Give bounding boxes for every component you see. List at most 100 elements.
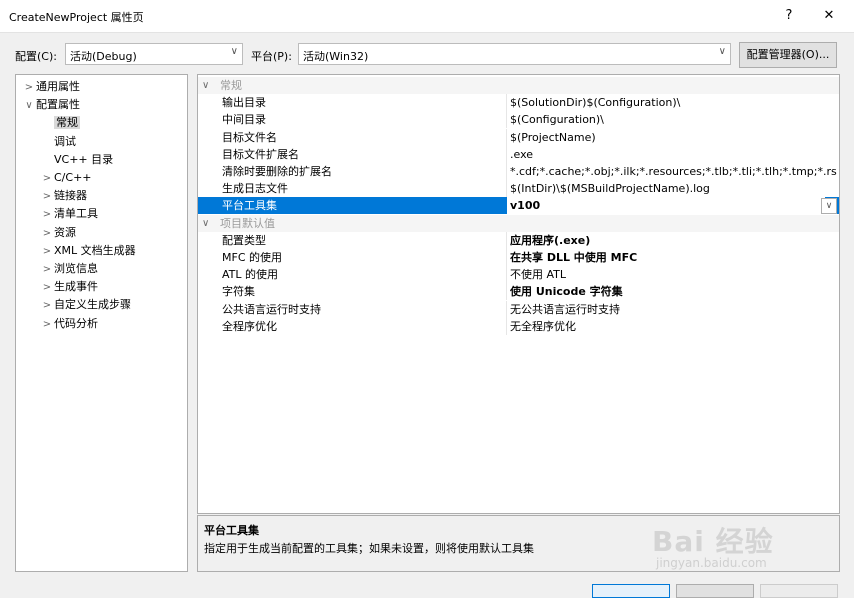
tree-item-label: XML 文档生成器 (54, 243, 136, 257)
tree-item-label: 常规 (54, 116, 80, 130)
tree-item[interactable]: 常规 (54, 114, 80, 132)
property-name: 中间目录 (222, 113, 266, 127)
tree-item[interactable]: > 通用属性 (22, 78, 80, 96)
config-manager-button[interactable]: 配置管理器(O)... (739, 42, 837, 68)
property-value[interactable]: $(SolutionDir)$(Configuration)\ (510, 94, 837, 111)
column-divider (506, 249, 507, 266)
property-row[interactable]: 目标文件名 $(ProjectName) (198, 128, 839, 146)
property-row[interactable]: 全程序优化 无全程序优化 (198, 317, 839, 335)
chevron-down-icon[interactable]: ∨ (202, 77, 209, 94)
property-row[interactable]: 目标文件扩展名 .exe (198, 145, 839, 163)
window-title: CreateNewProject 属性页 (9, 11, 144, 24)
tree-item[interactable]: > 代码分析 (40, 315, 98, 333)
chevron-right-icon[interactable]: > (40, 188, 54, 206)
dropdown-arrow-icon[interactable]: ∨ (821, 198, 837, 215)
tree-item[interactable]: ∨ 配置属性 (22, 96, 80, 114)
column-divider (506, 145, 507, 163)
grid-category[interactable]: ∨ 常规 (198, 77, 839, 94)
cancel-button[interactable] (676, 584, 754, 598)
column-divider (506, 300, 507, 318)
property-name: 目标文件扩展名 (222, 147, 299, 161)
config-label: 配置(C): (15, 50, 57, 63)
tree-item[interactable]: > 自定义生成步骤 (40, 296, 131, 314)
property-tree: > 通用属性 ∨ 配置属性 常规 调试 VC++ 目录 > C/C++ > 链接器 > 清单工具 > 资源 >… (15, 74, 188, 572)
property-name: 清除时要删除的扩展名 (222, 165, 332, 178)
tree-item[interactable]: > 浏览信息 (40, 260, 98, 278)
tree-item-label: 调试 (54, 134, 76, 148)
tree-item-label: 自定义生成步骤 (54, 298, 131, 312)
property-row[interactable]: MFC 的使用 在共享 DLL 中使用 MFC (198, 249, 839, 266)
chevron-right-icon[interactable]: > (40, 316, 54, 334)
property-row[interactable]: 字符集 使用 Unicode 字符集 (198, 283, 839, 301)
property-value[interactable]: $(IntDir)\$(MSBuildProjectName).log (510, 180, 837, 197)
chevron-right-icon[interactable]: > (40, 225, 54, 243)
tree-item-label: C/C++ (54, 171, 92, 184)
property-name: 配置类型 (222, 233, 266, 247)
title-bar: CreateNewProject 属性页 ? ✕ (0, 0, 854, 33)
property-value[interactable]: 无全程序优化 (510, 318, 837, 335)
property-name: 生成日志文件 (222, 182, 288, 196)
property-name: MFC 的使用 (222, 251, 282, 264)
config-value: 活动(Debug) (70, 50, 137, 63)
property-row[interactable]: 配置类型 应用程序(.exe) (198, 231, 839, 249)
description-title: 平台工具集 (204, 524, 259, 537)
property-value[interactable]: $(Configuration)\ (510, 111, 837, 128)
property-value[interactable]: 不使用 ATL (510, 266, 837, 283)
property-row[interactable]: 清除时要删除的扩展名 *.cdf;*.cache;*.obj;*.ilk;*.re… (198, 163, 839, 180)
chevron-right-icon[interactable]: > (40, 206, 54, 224)
tree-item[interactable]: > 资源 (40, 224, 76, 242)
chevron-right-icon[interactable]: > (40, 243, 54, 261)
watermark-logo: Bai 经验 (652, 520, 774, 560)
chevron-right-icon[interactable]: > (40, 279, 54, 297)
property-value[interactable]: 应用程序(.exe) (510, 232, 837, 249)
close-button[interactable]: ✕ (818, 6, 840, 26)
property-row[interactable]: ATL 的使用 不使用 ATL (198, 266, 839, 284)
column-divider (506, 283, 507, 301)
tree-item-label: 浏览信息 (54, 262, 98, 275)
tree-item-label: 资源 (54, 225, 76, 239)
tree-item[interactable]: > 生成事件 (40, 278, 98, 296)
chevron-right-icon[interactable]: > (40, 261, 54, 279)
tree-item[interactable]: > 清单工具 (40, 205, 98, 223)
property-row[interactable]: 公共语言运行时支持 无公共语言运行时支持 (198, 300, 839, 318)
property-value[interactable]: v100 (507, 197, 825, 215)
column-divider (506, 128, 507, 146)
tree-item-label: 清单工具 (54, 207, 98, 221)
tree-item[interactable]: > XML 文档生成器 (40, 242, 136, 260)
property-value[interactable]: *.cdf;*.cache;*.obj;*.ilk;*.resources;*.… (510, 163, 837, 180)
column-divider (506, 163, 507, 180)
apply-button[interactable] (760, 584, 838, 598)
column-divider (506, 231, 507, 249)
property-name: 平台工具集 (222, 199, 277, 213)
config-combo[interactable]: 活动(Debug) ∨ (65, 43, 243, 65)
property-row[interactable]: 中间目录 $(Configuration)\ (198, 111, 839, 129)
chevron-right-icon[interactable]: > (40, 170, 54, 188)
chevron-down-icon[interactable]: ∨ (22, 97, 36, 115)
tree-item-label: 生成事件 (54, 280, 98, 294)
property-value[interactable]: 无公共语言运行时支持 (510, 301, 837, 318)
platform-combo[interactable]: 活动(Win32) ∨ (298, 43, 731, 65)
property-row[interactable]: 平台工具集 v100 ∨ (198, 197, 839, 215)
chevron-right-icon[interactable]: > (40, 297, 54, 315)
property-row[interactable]: 输出目录 $(SolutionDir)$(Configuration)\ (198, 94, 839, 112)
tree-item[interactable]: 调试 (54, 133, 76, 151)
tree-item-label: VC++ 目录 (54, 152, 114, 166)
ok-button[interactable] (592, 584, 670, 598)
tree-item[interactable]: > C/C++ (40, 169, 92, 187)
tree-item[interactable]: > 链接器 (40, 187, 87, 205)
watermark-text: Bai 经验 (652, 525, 774, 558)
platform-label: 平台(P): (251, 50, 292, 63)
property-value[interactable]: .exe (510, 146, 837, 163)
column-divider (506, 266, 507, 284)
grid-category[interactable]: ∨ 项目默认值 (198, 214, 839, 232)
property-row[interactable]: 生成日志文件 $(IntDir)\$(MSBuildProjectName).lo… (198, 180, 839, 198)
tree-item[interactable]: VC++ 目录 (54, 151, 113, 169)
help-button[interactable]: ? (778, 6, 800, 26)
property-value[interactable]: 在共享 DLL 中使用 MFC (510, 249, 837, 266)
chevron-down-icon[interactable]: ∨ (202, 215, 209, 232)
config-bar: 配置(C): 活动(Debug) ∨ 平台(P): 活动(Win32) ∨ 配置… (0, 42, 854, 68)
property-value[interactable]: $(ProjectName) (510, 129, 837, 146)
chevron-right-icon[interactable]: > (22, 79, 36, 97)
chevron-down-icon: ∨ (230, 46, 238, 57)
property-value[interactable]: 使用 Unicode 字符集 (510, 283, 837, 300)
